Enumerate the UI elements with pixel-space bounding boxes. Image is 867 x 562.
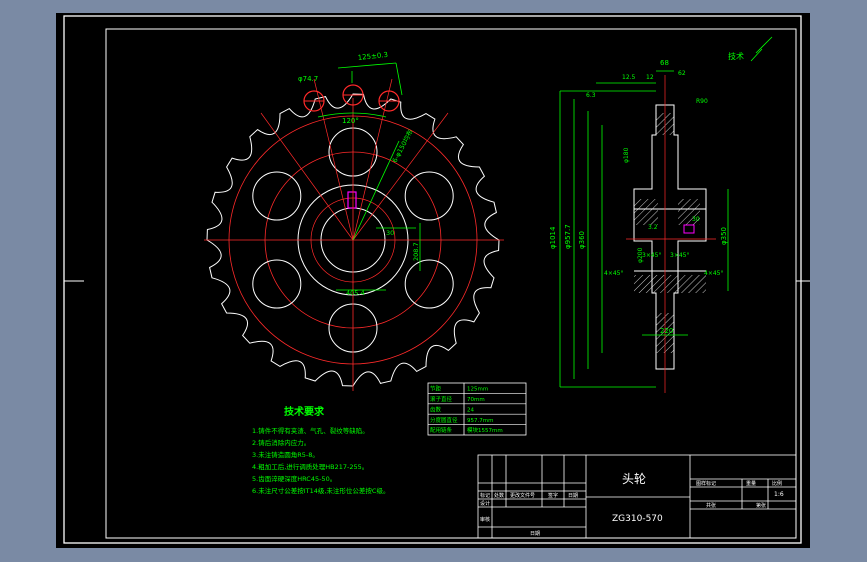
tech-heading: 技术要求 [284,405,325,418]
tb-col-sign: 签字 [548,492,558,499]
front-view: φ74.7 125±0.3 120° 6-φ150均布 405.4 30 208… [204,51,504,391]
stamp-label: 技术 [728,51,744,61]
dim-hub-dia: φ350 [720,227,728,245]
param-value: 957.7mm [467,418,493,424]
param-label: 滚子直径 [430,395,453,403]
param-label: 配用链条 [430,426,453,434]
tb-row-design: 设计 [480,500,490,507]
dim-width-hub: 220 [660,327,673,335]
dim-chamfer-b2: 4×45° [704,270,723,277]
tech-requirement-item: 2.铸后消除内应力。 [252,438,310,447]
dim-top-pitch: 125±0.3 [357,51,388,62]
dim-rough-c: 3.2 [648,224,658,231]
dim-keyway-section: 30 [692,216,700,223]
param-value: 70mm [467,397,485,403]
tb-col-date: 日期 [568,493,578,499]
dim-angle: 120° [342,117,359,125]
tech-requirement-item: 3.未注铸造圆角R5-8。 [252,450,319,459]
dim-chamfer-b1: 4×45° [604,270,623,277]
param-value: 125mm [467,387,488,393]
dim-side1: φ180 [623,147,630,163]
tb-row-review: 审核 [480,516,490,523]
param-label: 齿数 [430,405,442,413]
dim-bore-dia: φ360 [578,231,586,249]
dim-chamfer-right: 3×45° [670,252,689,259]
dim-rough-a: 6.3 [586,92,596,99]
param-value: 24 [467,407,474,413]
tb-right-scale: 比例 [772,480,782,487]
param-table: 节距 125mm 滚子直径 70mm 齿数 24 分度圆直径 957.7mm 配用链条 模块155… [427,382,527,436]
param-label: 分度圆直径 [430,416,458,424]
dim-side-12: 12 [646,74,654,81]
keyway [347,191,357,209]
tb-row-date: 日期 [530,531,540,537]
tb-right-mark: 图样标记 [696,480,716,487]
dim-outer-dia: φ1014 [549,226,557,249]
dim-hole-spec: 6-φ150均布 [390,127,415,164]
dim-chamfer-left: 3×45° [642,252,661,259]
dim-hub-len: 208.7 [412,242,420,261]
tb-total-sheets: 共张 [706,502,716,509]
param-label: 节距 [430,385,442,393]
tb-scale-value: 1:6 [774,491,784,498]
dim-radius: R90 [696,98,708,105]
tech-requirement-item: 4.粗加工后,进行调质处理HB217-255。 [252,462,368,471]
tech-requirement-item: 1.铸件不得有夹渣、气孔、裂纹等缺陷。 [252,426,369,435]
dim-pitch-dia: φ957.7 [564,224,572,249]
cad-drawing: φ74.7 125±0.3 120° 6-φ150均布 405.4 30 208… [63,15,810,544]
dim-keyway-w: 30 [386,229,394,237]
tech-requirement-item: 5.齿面淬硬深度HRC45-50。 [252,474,336,483]
drawing-viewport[interactable]: φ74.7 125±0.3 120° 6-φ150均布 405.4 30 208… [56,13,810,548]
param-value: 模块1557mm [467,426,503,434]
tb-right-weight: 重量 [746,480,756,487]
dim-rough-b: 12.5 [622,74,636,81]
tb-col-change: 更改文件号 [510,492,535,499]
tb-col-count: 处数 [494,492,504,499]
tech-requirements: 技术要求 1.铸件不得有夹渣、气孔、裂纹等缺陷。 2.铸后消除内应力。 3.未注铸造… [252,405,389,495]
dim-side-62: 62 [678,70,686,77]
tb-sheet-no: 第张 [756,502,766,509]
dim-keyway-t: 405.4 [346,289,365,297]
drawing-number: ZG310-570 [612,514,663,524]
tech-requirement-item: 6.未注尺寸公差按IT14级,未注形位公差按C级。 [252,486,389,495]
dim-hole-top: φ74.7 [298,75,318,83]
drawing-title: 头轮 [622,472,646,486]
tb-col-mark: 标记 [480,492,490,499]
dim-width-top: 68 [660,59,669,67]
